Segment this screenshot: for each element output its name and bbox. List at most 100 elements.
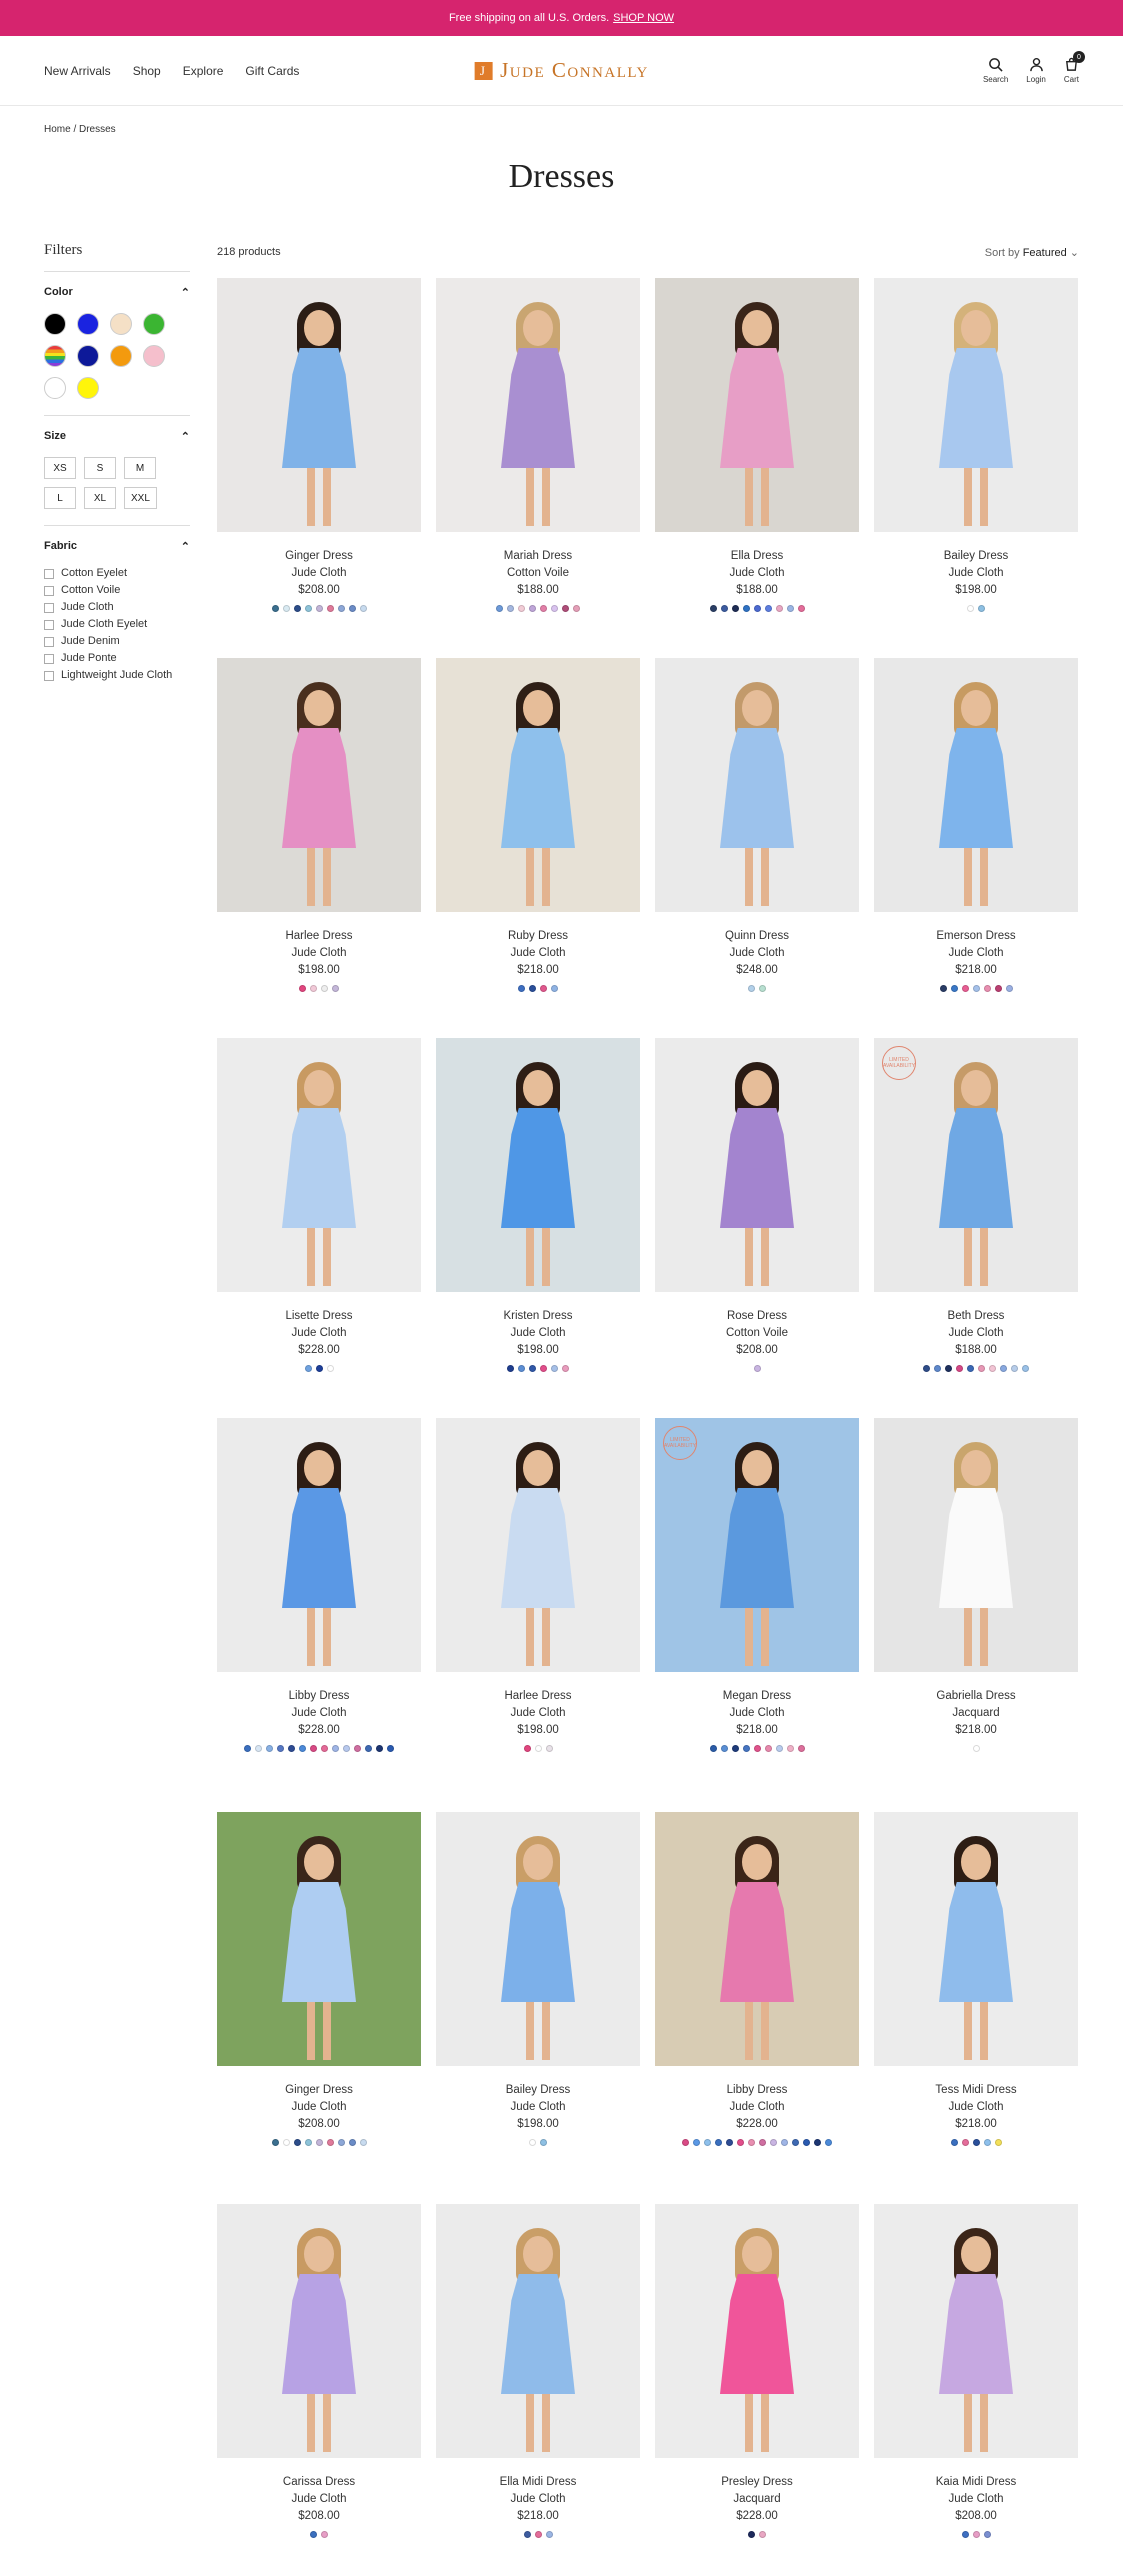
swatch-dot[interactable] bbox=[304, 1365, 312, 1372]
product-image[interactable] bbox=[655, 2204, 859, 2458]
swatch-dot[interactable] bbox=[709, 605, 717, 612]
color-swatch[interactable] bbox=[44, 345, 66, 367]
swatch-dot[interactable] bbox=[753, 605, 761, 612]
swatch-dot[interactable] bbox=[337, 605, 345, 612]
nav-shop[interactable]: Shop bbox=[133, 64, 161, 78]
swatch-dot[interactable] bbox=[573, 605, 580, 612]
swatch-dot[interactable] bbox=[288, 1745, 295, 1752]
checkbox[interactable] bbox=[44, 620, 54, 630]
swatch-dot[interactable] bbox=[737, 2139, 744, 2146]
swatch-dot[interactable] bbox=[321, 985, 328, 992]
swatch-dot[interactable] bbox=[825, 2139, 832, 2146]
product-name[interactable]: Bailey Dress bbox=[436, 2082, 640, 2099]
product-image[interactable] bbox=[217, 1418, 421, 1672]
swatch-dot[interactable] bbox=[299, 1745, 306, 1752]
product-card[interactable]: Harlee Dress Jude Cloth $198.00 bbox=[436, 1418, 640, 1752]
swatch-dot[interactable] bbox=[518, 985, 525, 992]
product-name[interactable]: Ginger Dress bbox=[217, 548, 421, 565]
swatch-dot[interactable] bbox=[315, 1365, 323, 1372]
swatch-dot[interactable] bbox=[1005, 985, 1013, 992]
size-filter-header[interactable]: Size ⌃ bbox=[44, 430, 190, 443]
swatch-dot[interactable] bbox=[271, 605, 279, 612]
swatch-dot[interactable] bbox=[310, 2531, 317, 2538]
size-option[interactable]: L bbox=[44, 487, 76, 509]
swatch-dot[interactable] bbox=[359, 605, 367, 612]
swatch-dot[interactable] bbox=[540, 605, 547, 612]
swatch-dot[interactable] bbox=[529, 605, 536, 612]
product-name[interactable]: Ella Dress bbox=[655, 548, 859, 565]
swatch-dot[interactable] bbox=[797, 605, 805, 612]
product-image[interactable] bbox=[655, 1812, 859, 2066]
search-button[interactable]: Search bbox=[983, 57, 1008, 84]
swatch-dot[interactable] bbox=[972, 2531, 980, 2538]
product-image[interactable] bbox=[217, 658, 421, 912]
swatch-dot[interactable] bbox=[529, 1365, 536, 1372]
swatch-dot[interactable] bbox=[764, 1745, 772, 1752]
swatch-dot[interactable] bbox=[1000, 1365, 1007, 1372]
swatch-dot[interactable] bbox=[961, 985, 969, 992]
swatch-dot[interactable] bbox=[748, 985, 755, 992]
product-name[interactable]: Presley Dress bbox=[655, 2474, 859, 2491]
swatch-dot[interactable] bbox=[348, 605, 356, 612]
brand-logo[interactable]: Jude Connally bbox=[474, 58, 649, 83]
swatch-dot[interactable] bbox=[545, 1745, 553, 1752]
color-filter-header[interactable]: Color ⌃ bbox=[44, 286, 190, 299]
swatch-dot[interactable] bbox=[545, 2531, 553, 2538]
size-option[interactable]: XL bbox=[84, 487, 116, 509]
checkbox[interactable] bbox=[44, 637, 54, 647]
product-image[interactable]: LIMITED AVAILABILITY bbox=[655, 1418, 859, 1672]
sort-dropdown[interactable]: Sort by Featured ⌄ bbox=[985, 246, 1079, 259]
product-image[interactable] bbox=[436, 2204, 640, 2458]
product-image[interactable] bbox=[655, 1038, 859, 1292]
swatch-dot[interactable] bbox=[978, 605, 985, 612]
swatch-dot[interactable] bbox=[764, 605, 772, 612]
product-name[interactable]: Ginger Dress bbox=[217, 2082, 421, 2099]
product-image[interactable] bbox=[436, 658, 640, 912]
color-swatch[interactable] bbox=[44, 313, 66, 335]
product-card[interactable]: Tess Midi Dress Jude Cloth $218.00 bbox=[874, 1812, 1078, 2146]
swatch-dot[interactable] bbox=[748, 2531, 755, 2538]
swatch-dot[interactable] bbox=[293, 605, 301, 612]
product-name[interactable]: Libby Dress bbox=[217, 1688, 421, 1705]
swatch-dot[interactable] bbox=[562, 1365, 569, 1372]
swatch-dot[interactable] bbox=[518, 1365, 525, 1372]
swatch-dot[interactable] bbox=[315, 2139, 323, 2146]
product-image[interactable] bbox=[874, 1812, 1078, 2066]
product-name[interactable]: Ella Midi Dress bbox=[436, 2474, 640, 2491]
color-swatch[interactable] bbox=[77, 377, 99, 399]
swatch-dot[interactable] bbox=[540, 1365, 547, 1372]
size-option[interactable]: M bbox=[124, 457, 156, 479]
swatch-dot[interactable] bbox=[792, 2139, 799, 2146]
product-card[interactable]: Rose Dress Cotton Voile $208.00 bbox=[655, 1038, 859, 1372]
swatch-dot[interactable] bbox=[786, 1745, 794, 1752]
swatch-dot[interactable] bbox=[759, 985, 766, 992]
swatch-dot[interactable] bbox=[923, 1365, 930, 1372]
swatch-dot[interactable] bbox=[326, 605, 334, 612]
product-image[interactable] bbox=[655, 278, 859, 532]
swatch-dot[interactable] bbox=[950, 985, 958, 992]
color-swatch[interactable] bbox=[143, 313, 165, 335]
checkbox[interactable] bbox=[44, 654, 54, 664]
checkbox[interactable] bbox=[44, 671, 54, 681]
swatch-dot[interactable] bbox=[759, 2139, 766, 2146]
product-image[interactable] bbox=[874, 1418, 1078, 1672]
swatch-dot[interactable] bbox=[507, 605, 514, 612]
swatch-dot[interactable] bbox=[972, 985, 980, 992]
swatch-dot[interactable] bbox=[753, 1365, 761, 1372]
product-card[interactable]: Gabriella Dress Jacquard $218.00 bbox=[874, 1418, 1078, 1752]
product-card[interactable]: Presley Dress Jacquard $228.00 bbox=[655, 2204, 859, 2538]
swatch-dot[interactable] bbox=[321, 2531, 328, 2538]
swatch-dot[interactable] bbox=[315, 605, 323, 612]
color-swatch[interactable] bbox=[143, 345, 165, 367]
swatch-dot[interactable] bbox=[753, 1745, 761, 1752]
swatch-dot[interactable] bbox=[348, 2139, 356, 2146]
product-name[interactable]: Rose Dress bbox=[655, 1308, 859, 1325]
product-image[interactable] bbox=[217, 2204, 421, 2458]
swatch-dot[interactable] bbox=[562, 605, 569, 612]
product-image[interactable]: LIMITED AVAILABILITY bbox=[874, 1038, 1078, 1292]
swatch-dot[interactable] bbox=[709, 1745, 717, 1752]
swatch-dot[interactable] bbox=[961, 2531, 969, 2538]
product-image[interactable] bbox=[217, 1038, 421, 1292]
swatch-dot[interactable] bbox=[983, 985, 991, 992]
swatch-dot[interactable] bbox=[529, 2139, 536, 2146]
